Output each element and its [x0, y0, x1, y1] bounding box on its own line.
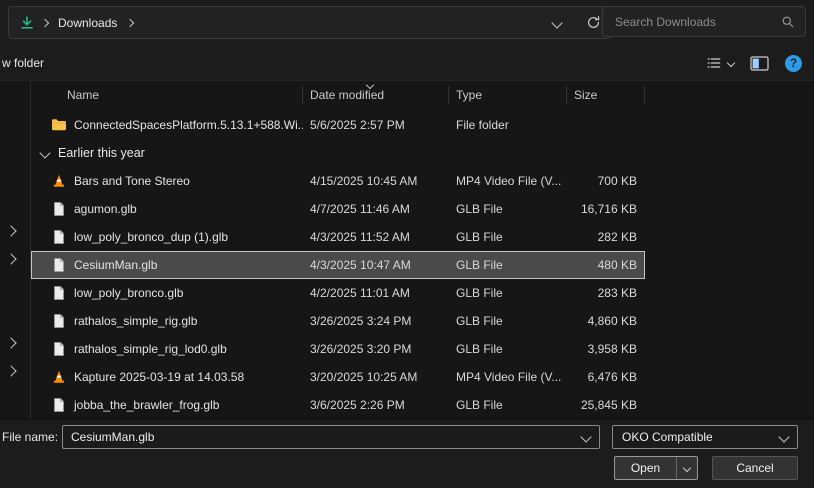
toolbar: w folder ?	[0, 46, 814, 80]
chevron-down-icon	[727, 59, 735, 67]
file-icon	[51, 313, 67, 329]
dialog-footer: File name: OKO Compatible Open Cancel	[0, 419, 814, 488]
file-row[interactable]: Bars and Tone Stereo 4/15/2025 10:45 AM …	[31, 167, 645, 195]
refresh-icon[interactable]	[586, 15, 601, 30]
vlc-cone-icon	[51, 369, 67, 385]
help-button[interactable]: ?	[785, 55, 802, 72]
help-question-label: ?	[790, 56, 797, 70]
file-icon	[51, 201, 67, 217]
file-type-value: OKO Compatible	[622, 430, 713, 444]
column-header-name[interactable]: Name	[31, 86, 303, 104]
nav-pane-chevron-icon[interactable]	[5, 365, 16, 376]
navigation-pane-sliver	[0, 81, 30, 420]
navigation-bar: Downloads	[0, 0, 814, 46]
downloads-folder-icon	[19, 15, 35, 31]
address-history-chevron-icon[interactable]	[551, 17, 562, 28]
breadcrumb-chevron-icon[interactable]	[126, 18, 134, 26]
open-dropdown-button[interactable]	[677, 465, 697, 471]
file-row[interactable]: low_poly_bronco_dup (1).glb 4/3/2025 11:…	[31, 223, 645, 251]
nav-pane-chevron-icon[interactable]	[5, 337, 16, 348]
file-row[interactable]: Kapture 2025-03-19 at 14.03.58 3/20/2025…	[31, 363, 645, 391]
open-button[interactable]: Open	[614, 456, 698, 480]
open-button-label: Open	[615, 461, 676, 475]
file-name-combobox[interactable]	[62, 425, 600, 449]
file-row[interactable]: low_poly_bronco.glb 4/2/2025 11:01 AM GL…	[31, 279, 645, 307]
file-icon	[51, 229, 67, 245]
file-name-label: File name:	[2, 430, 58, 444]
chevron-down-icon	[683, 464, 691, 472]
column-header-type[interactable]: Type	[449, 86, 567, 104]
file-icon	[51, 257, 67, 273]
breadcrumb-chevron-icon[interactable]	[41, 18, 49, 26]
preview-pane-button[interactable]	[750, 56, 769, 71]
cancel-button-label: Cancel	[736, 461, 773, 475]
preview-pane-icon	[750, 56, 769, 71]
view-options-button[interactable]	[706, 55, 734, 71]
toolbar-right-icons: ?	[706, 55, 814, 72]
search-input[interactable]	[613, 14, 781, 30]
file-row[interactable]: ConnectedSpacesPlatform.5.13.1+588.Wi...…	[31, 111, 645, 139]
group-label: Earlier this year	[58, 146, 145, 160]
column-headers: Name Date modified Type Size	[31, 83, 645, 107]
list-view-icon	[706, 55, 722, 71]
file-row[interactable]: rathalos_simple_rig.glb 3/26/2025 3:24 P…	[31, 307, 645, 335]
group-header-earlier-this-year[interactable]: Earlier this year	[31, 139, 814, 167]
vlc-cone-icon	[51, 173, 67, 189]
nav-pane-chevron-icon[interactable]	[5, 225, 16, 236]
folder-icon	[51, 117, 67, 133]
file-icon	[51, 285, 67, 301]
search-icon	[781, 15, 795, 29]
cancel-button[interactable]: Cancel	[712, 456, 798, 480]
file-row[interactable]: rathalos_simple_rig_lod0.glb 3/26/2025 3…	[31, 335, 645, 363]
column-header-date-modified[interactable]: Date modified	[303, 86, 449, 104]
file-row-selected[interactable]: CesiumMan.glb 4/3/2025 10:47 AM GLB File…	[31, 251, 645, 279]
file-type-select[interactable]: OKO Compatible	[612, 425, 798, 449]
file-row[interactable]: agumon.glb 4/7/2025 11:46 AM GLB File 16…	[31, 195, 645, 223]
file-list: Name Date modified Type Size ConnectedSp…	[31, 81, 814, 420]
open-file-dialog: Downloads w folder	[0, 0, 814, 488]
file-icon	[51, 397, 67, 413]
file-type-chevron-icon	[778, 431, 789, 442]
file-icon	[51, 341, 67, 357]
file-name-dropdown-chevron-icon[interactable]	[580, 431, 591, 442]
group-collapse-chevron-icon[interactable]	[39, 147, 50, 158]
new-folder-button-truncated[interactable]: w folder	[2, 56, 44, 70]
column-header-size[interactable]: Size	[567, 86, 645, 104]
file-list-area: Name Date modified Type Size ConnectedSp…	[0, 80, 814, 420]
file-row[interactable]: jobba_the_brawler_frog.glb 3/6/2025 2:26…	[31, 391, 645, 419]
search-box[interactable]	[602, 6, 806, 37]
nav-pane-chevron-icon[interactable]	[5, 253, 16, 264]
address-bar[interactable]: Downloads	[8, 6, 612, 39]
breadcrumb-location[interactable]: Downloads	[58, 16, 117, 30]
file-name-input[interactable]	[63, 430, 582, 444]
